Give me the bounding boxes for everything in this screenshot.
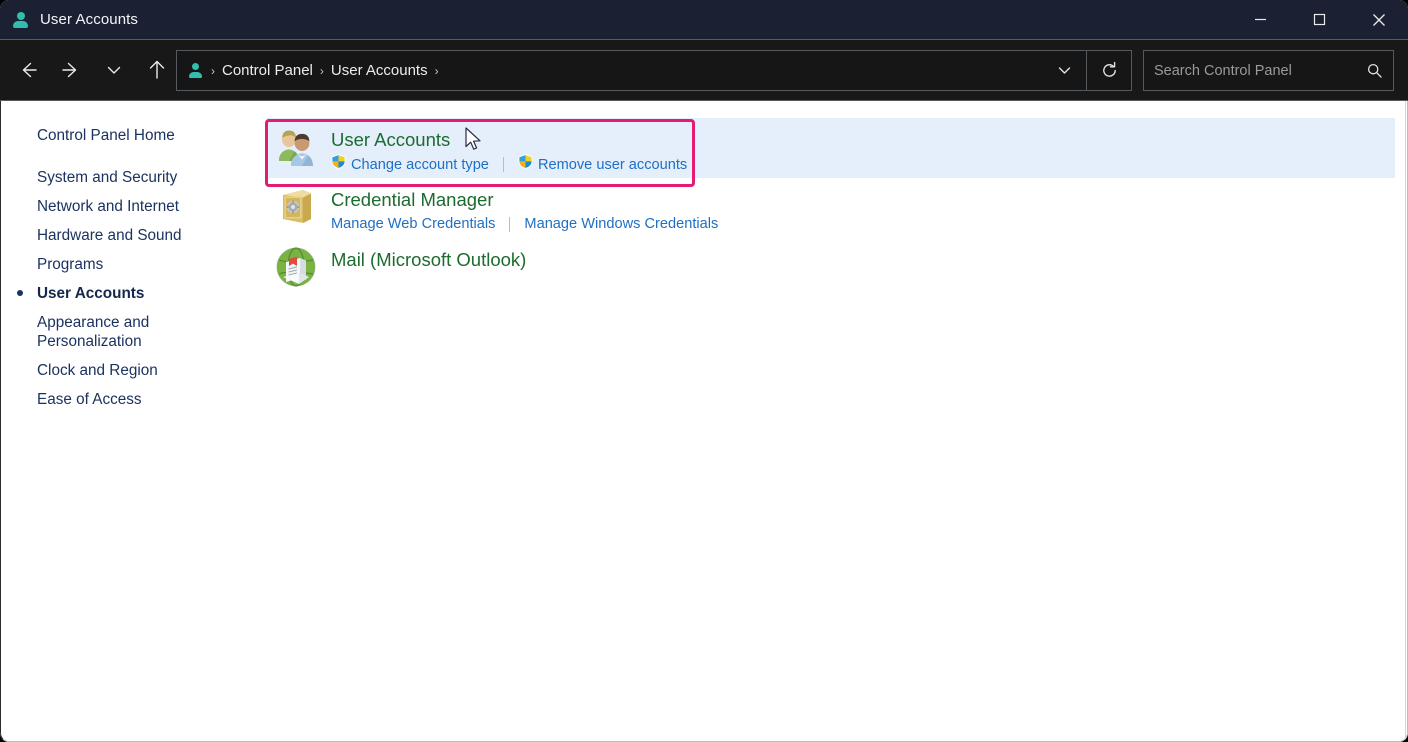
link-label: Remove user accounts bbox=[537, 156, 688, 173]
close-button[interactable] bbox=[1349, 0, 1408, 39]
mail-outlook-icon bbox=[275, 246, 317, 288]
sidebar-item-control-panel-home[interactable]: Control Panel Home bbox=[1, 121, 266, 150]
nav-button-group bbox=[9, 51, 176, 89]
forward-button[interactable] bbox=[52, 51, 90, 89]
sidebar-item-ease-of-access[interactable]: Ease of Access bbox=[1, 385, 266, 414]
content-area: Control Panel Home System and Security N… bbox=[0, 101, 1408, 742]
title-bar-left: User Accounts bbox=[0, 11, 138, 28]
category-texts: User Accounts Change account type Remove… bbox=[331, 126, 687, 173]
breadcrumb-separator: › bbox=[319, 63, 324, 78]
category-list: User Accounts Change account type Remove… bbox=[266, 101, 1408, 742]
window-controls bbox=[1231, 0, 1408, 39]
user-accounts-icon bbox=[275, 126, 317, 168]
breadcrumb-separator: › bbox=[211, 63, 215, 78]
link-manage-windows-credentials[interactable]: Manage Windows Credentials bbox=[524, 214, 718, 234]
address-bar-actions bbox=[1042, 50, 1131, 91]
sidebar-item-system-and-security[interactable]: System and Security bbox=[1, 163, 266, 192]
user-icon bbox=[188, 63, 203, 78]
uac-shield-icon bbox=[331, 154, 346, 175]
link-label: Manage Windows Credentials bbox=[524, 216, 719, 232]
search-box[interactable] bbox=[1143, 50, 1394, 91]
credential-vault-icon bbox=[275, 186, 317, 228]
previous-locations-button[interactable] bbox=[1042, 51, 1086, 90]
category-links: Change account type Remove user accounts bbox=[331, 154, 687, 175]
breadcrumb-item-user-accounts[interactable]: User Accounts bbox=[331, 62, 428, 79]
uac-shield-icon bbox=[518, 154, 533, 175]
up-button[interactable] bbox=[138, 51, 176, 89]
user-icon bbox=[12, 11, 29, 28]
title-bar: User Accounts bbox=[0, 0, 1408, 39]
navigation-toolbar: › Control Panel › User Accounts › bbox=[0, 39, 1408, 101]
window-title: User Accounts bbox=[40, 11, 139, 28]
minimize-button[interactable] bbox=[1231, 0, 1290, 39]
link-label: Change account type bbox=[351, 156, 489, 173]
search-input[interactable] bbox=[1144, 62, 1355, 79]
chevron-down-icon[interactable] bbox=[95, 51, 133, 89]
link-label: Manage Web Credentials bbox=[331, 216, 496, 232]
link-separator bbox=[509, 216, 511, 232]
breadcrumb-item-control-panel[interactable]: Control Panel bbox=[222, 62, 313, 79]
link-separator bbox=[502, 157, 504, 172]
category-texts: Mail (Microsoft Outlook) bbox=[331, 246, 526, 288]
sidebar-item-appearance-and-personalization[interactable]: Appearance and Personalization bbox=[1, 308, 266, 356]
link-manage-web-credentials[interactable]: Manage Web Credentials bbox=[331, 214, 495, 234]
sidebar-item-network-and-internet[interactable]: Network and Internet bbox=[1, 192, 266, 221]
category-links: Manage Web Credentials Manage Windows Cr… bbox=[331, 214, 718, 234]
sidebar-item-hardware-and-sound[interactable]: Hardware and Sound bbox=[1, 221, 266, 250]
content-right-rule bbox=[1405, 101, 1406, 740]
refresh-button[interactable] bbox=[1087, 51, 1131, 90]
category-title-credential-manager[interactable]: Credential Manager bbox=[331, 187, 718, 212]
category-title-mail[interactable]: Mail (Microsoft Outlook) bbox=[331, 247, 526, 272]
control-panel-window: User Accounts › Control Panel › User Acc… bbox=[0, 0, 1408, 742]
maximize-button[interactable] bbox=[1290, 0, 1349, 39]
category-title-user-accounts[interactable]: User Accounts bbox=[331, 127, 687, 152]
sidebar-item-user-accounts[interactable]: User Accounts bbox=[1, 279, 266, 308]
address-bar[interactable]: › Control Panel › User Accounts › bbox=[176, 50, 1132, 91]
link-remove-user-accounts[interactable]: Remove user accounts bbox=[518, 154, 687, 175]
sidebar-item-clock-and-region[interactable]: Clock and Region bbox=[1, 356, 266, 385]
category-mail[interactable]: Mail (Microsoft Outlook) bbox=[266, 238, 526, 296]
sidebar: Control Panel Home System and Security N… bbox=[1, 101, 266, 742]
breadcrumb-separator-trailing: › bbox=[434, 63, 439, 78]
category-user-accounts[interactable]: User Accounts Change account type Remove… bbox=[266, 118, 1395, 178]
search-icon[interactable] bbox=[1355, 51, 1393, 90]
category-texts: Credential Manager Manage Web Credential… bbox=[331, 186, 718, 234]
back-button[interactable] bbox=[9, 51, 47, 89]
sidebar-item-programs[interactable]: Programs bbox=[1, 250, 266, 279]
breadcrumb: › Control Panel › User Accounts › bbox=[177, 62, 439, 79]
category-credential-manager[interactable]: Credential Manager Manage Web Credential… bbox=[266, 178, 718, 242]
link-change-account-type[interactable]: Change account type bbox=[331, 154, 489, 175]
